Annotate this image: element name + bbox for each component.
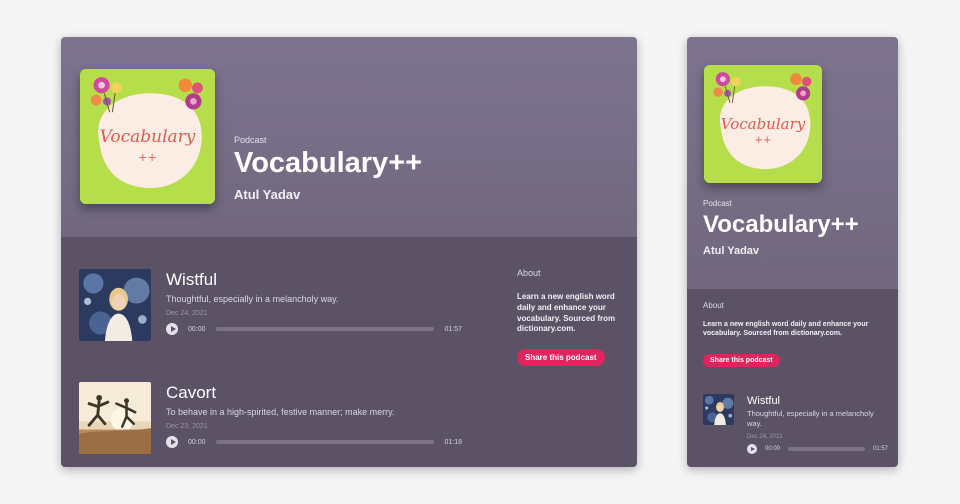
podcast-header: Vocabulary ++ Podcast Vocabulary++ Atul …	[687, 37, 898, 289]
cover-subtitle-text: ++	[138, 151, 157, 164]
cover-title-text: Vocabulary	[99, 127, 196, 147]
episode-date: Dec 23, 2021	[166, 423, 208, 430]
episode-item[interactable]: Wistful Thoughtful, especially in a mela…	[79, 269, 464, 341]
podcast-header: Vocabulary ++ Podcast Vocabulary++ Atul …	[61, 37, 637, 237]
podcast-kicker: Podcast	[234, 135, 267, 145]
about-description: Learn a new english word daily and enhan…	[517, 292, 616, 334]
current-time: 00:00	[188, 438, 206, 446]
podcast-cover-art: Vocabulary ++	[80, 69, 215, 204]
podcast-body: Wistful Thoughtful, especially in a mela…	[61, 237, 637, 467]
share-podcast-button[interactable]: Share this podcast	[703, 353, 780, 367]
podcast-author: Atul Yadav	[234, 187, 301, 202]
seek-bar[interactable]	[215, 440, 435, 444]
podcast-kicker: Podcast	[703, 199, 732, 208]
play-icon[interactable]	[166, 436, 178, 448]
current-time: 00:00	[188, 325, 206, 333]
podcast-card-narrow: Vocabulary ++ Podcast Vocabulary++ Atul …	[687, 37, 898, 467]
podcast-body: About Learn a new english word daily and…	[687, 289, 898, 467]
episode-title[interactable]: Wistful	[747, 395, 780, 407]
play-icon[interactable]	[166, 323, 178, 335]
episode-date: Dec 24, 2021	[166, 310, 208, 317]
episode-thumbnail	[79, 269, 151, 341]
podcast-card-wide: Vocabulary ++ Podcast Vocabulary++ Atul …	[61, 37, 637, 467]
seek-bar[interactable]	[788, 447, 865, 451]
audio-player: 00:00 01:57	[747, 444, 888, 454]
episode-item[interactable]: Wistful Thoughtful, especially in a mela…	[703, 394, 888, 460]
episode-title[interactable]: Wistful	[166, 270, 217, 290]
podcast-author: Atul Yadav	[703, 245, 760, 257]
episode-description: Thoughtful, especially in a melancholy w…	[747, 409, 874, 429]
audio-player: 00:00 01:18	[166, 436, 462, 448]
share-podcast-button[interactable]: Share this podcast	[517, 349, 605, 367]
cover-subtitle-text: ++	[754, 135, 772, 146]
episode-thumbnail	[79, 382, 151, 454]
podcast-title: Vocabulary++	[703, 211, 859, 238]
episode-date: Dec 24, 2021	[747, 434, 783, 440]
podcast-title: Vocabulary++	[234, 147, 423, 179]
episode-thumbnail	[703, 394, 734, 425]
about-heading: About	[703, 301, 724, 310]
current-time: 00:00	[765, 446, 781, 452]
duration: 01:57	[444, 325, 462, 333]
seek-bar[interactable]	[215, 327, 435, 331]
play-icon[interactable]	[747, 444, 757, 454]
podcast-cover-art: Vocabulary ++	[704, 65, 822, 183]
cover-title-text: Vocabulary	[720, 115, 806, 133]
episode-description: Thoughtful, especially in a melancholy w…	[166, 294, 339, 304]
duration: 01:57	[872, 446, 888, 452]
about-description: Learn a new english word daily and enhan…	[703, 321, 869, 338]
audio-player: 00:00 01:57	[166, 323, 462, 335]
duration: 01:18	[444, 438, 462, 446]
about-section: About Learn a new english word daily and…	[703, 301, 888, 367]
episode-title[interactable]: Cavort	[166, 383, 216, 403]
episode-item[interactable]: Cavort To behave in a high-spirited, fes…	[79, 382, 464, 454]
episode-description: To behave in a high-spirited, festive ma…	[166, 407, 395, 417]
about-section: About Learn a new english word daily and…	[517, 268, 627, 367]
about-heading: About	[517, 268, 541, 278]
